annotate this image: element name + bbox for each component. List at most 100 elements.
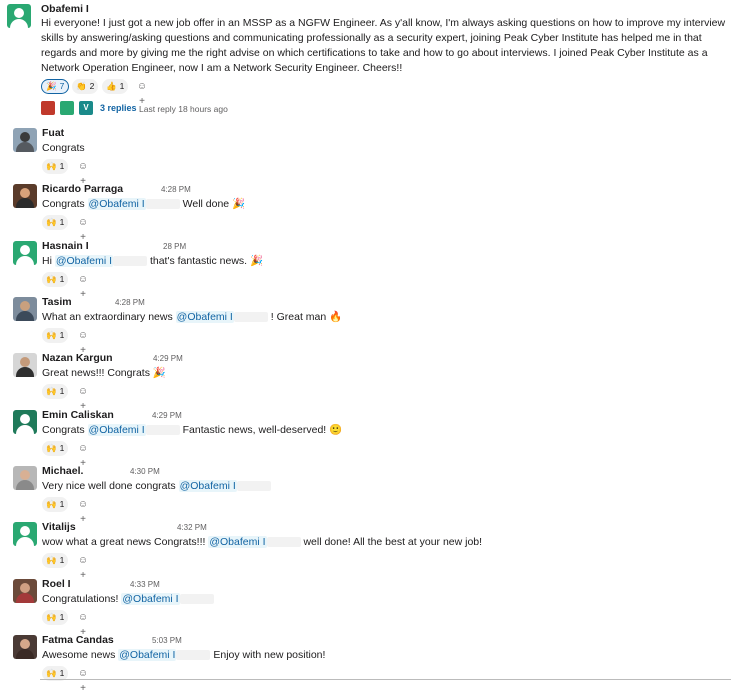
thumbs-up-icon: 👍: [106, 81, 117, 91]
message-text: Great news!!! Congrats 🎉: [42, 366, 166, 381]
timestamp[interactable]: 5:03 PM: [152, 636, 182, 645]
reaction-tada[interactable]: 🎉 7: [41, 79, 70, 94]
author-name[interactable]: Emin Caliskan: [42, 409, 114, 421]
text-segment: Great news!!! Congrats: [42, 367, 150, 379]
reaction-raised-hands[interactable]: 🙌 1: [42, 328, 69, 343]
add-reaction-icon[interactable]: ☺+: [75, 441, 91, 469]
reaction-count: 1: [59, 330, 65, 340]
avatar[interactable]: [13, 410, 37, 434]
avatar[interactable]: [13, 353, 37, 377]
text-segment: Enjoy with new position!: [210, 649, 326, 661]
timestamp[interactable]: 4:28 PM: [161, 185, 191, 194]
reaction-raised-hands[interactable]: 🙌 1: [42, 610, 69, 625]
user-mention[interactable]: @Obafemi I: [175, 311, 234, 323]
timestamp[interactable]: 4:33 PM: [130, 580, 160, 589]
redacted-text: [233, 312, 268, 323]
avatar[interactable]: [13, 522, 37, 546]
emoji-icon: 🎉: [247, 255, 264, 267]
add-reaction-icon[interactable]: ☺+: [75, 328, 91, 356]
reaction-clap[interactable]: 👏 2: [72, 79, 99, 94]
author-name[interactable]: Nazan Kargun: [42, 352, 113, 364]
timestamp[interactable]: 4:28 PM: [115, 298, 145, 307]
reply-avatar[interactable]: [60, 101, 74, 115]
reaction-thumbsup[interactable]: 👍 1: [102, 79, 129, 94]
author-name[interactable]: Fatma Candas: [42, 634, 114, 646]
user-mention[interactable]: @Obafemi I: [178, 480, 237, 492]
redacted-text: [236, 481, 271, 492]
timestamp[interactable]: 4:32 PM: [177, 523, 207, 532]
emoji-icon: 🔥: [326, 311, 343, 323]
user-mention[interactable]: @Obafemi I: [121, 593, 180, 605]
reaction-raised-hands[interactable]: 🙌 1: [42, 553, 69, 568]
raised-hands-icon: 🙌: [46, 386, 57, 396]
redacted-text: [145, 425, 180, 436]
reaction-raised-hands[interactable]: 🙌 1: [42, 272, 69, 287]
user-mention[interactable]: @Obafemi I: [87, 198, 146, 210]
avatar[interactable]: [13, 184, 37, 208]
avatar[interactable]: [13, 635, 37, 659]
avatar[interactable]: [13, 466, 37, 490]
text-segment: What an extraordinary news: [42, 311, 176, 323]
avatar[interactable]: [13, 579, 37, 603]
add-reaction-icon[interactable]: ☺+: [75, 610, 91, 638]
reaction-raised-hands[interactable]: 🙌 1: [42, 159, 69, 174]
author-name[interactable]: Hasnain I: [42, 240, 89, 252]
author-name[interactable]: Obafemi I: [41, 3, 89, 15]
reply-avatar[interactable]: V: [79, 101, 93, 115]
reaction-count: 1: [59, 612, 65, 622]
add-reaction-icon[interactable]: ☺+: [75, 384, 91, 412]
text-segment: Congrats: [42, 424, 88, 436]
reaction-count: 1: [59, 386, 65, 396]
user-mention[interactable]: @Obafemi I: [118, 649, 177, 661]
reaction-raised-hands[interactable]: 🙌 1: [42, 384, 69, 399]
reaction-count: 1: [59, 161, 65, 171]
add-reaction-icon[interactable]: ☺+: [134, 79, 150, 107]
message-text: Very nice well done congrats @Obafemi I: [42, 479, 271, 494]
reaction-raised-hands[interactable]: 🙌 1: [42, 441, 69, 456]
timestamp[interactable]: 4:29 PM: [153, 354, 183, 363]
replies-link[interactable]: 3 replies: [100, 103, 137, 113]
raised-hands-icon: 🙌: [46, 612, 57, 622]
user-mention[interactable]: @Obafemi I: [87, 424, 146, 436]
avatar[interactable]: [13, 241, 37, 265]
text-segment: Very nice well done congrats: [42, 480, 179, 492]
author-name[interactable]: Fuat: [42, 127, 64, 139]
add-reaction-icon[interactable]: ☺+: [75, 159, 91, 187]
timestamp[interactable]: 4:30 PM: [130, 467, 160, 476]
reaction-count: 1: [59, 499, 65, 509]
add-reaction-icon[interactable]: ☺+: [75, 553, 91, 581]
text-segment: well done! All the best at your new job!: [300, 536, 483, 548]
timestamp[interactable]: 4:29 PM: [152, 411, 182, 420]
author-name[interactable]: Michael.: [42, 465, 83, 477]
emoji-icon: 🎉: [149, 367, 166, 379]
user-mention[interactable]: @Obafemi I: [208, 536, 267, 548]
author-name[interactable]: Roel I: [42, 578, 71, 590]
text-segment: ! Great man: [267, 311, 327, 323]
text-segment: Congrats: [42, 142, 85, 154]
author-name[interactable]: Vitalijs: [42, 521, 76, 533]
message-text: Congrats @Obafemi I Well done 🎉: [42, 197, 245, 212]
timestamp[interactable]: 28 PM: [163, 242, 186, 251]
author-name[interactable]: Ricardo Parraga: [42, 183, 123, 195]
text-segment: Hi: [42, 255, 55, 267]
avatar[interactable]: [13, 297, 37, 321]
text-segment: Congrats: [42, 198, 88, 210]
add-reaction-icon[interactable]: ☺+: [75, 497, 91, 525]
author-name[interactable]: Tasim: [42, 296, 72, 308]
reply-avatar[interactable]: [41, 101, 55, 115]
avatar[interactable]: [13, 128, 37, 152]
tada-icon: 🎉: [46, 81, 57, 91]
reaction-raised-hands[interactable]: 🙌 1: [42, 215, 69, 230]
text-segment: Well done: [179, 198, 230, 210]
text-segment: wow what a great news Congrats!!!: [42, 536, 209, 548]
reaction-raised-hands[interactable]: 🙌 1: [42, 497, 69, 512]
raised-hands-icon: 🙌: [46, 330, 57, 340]
redacted-text: [113, 256, 148, 267]
raised-hands-icon: 🙌: [46, 499, 57, 509]
add-reaction-icon[interactable]: ☺+: [75, 215, 91, 243]
avatar[interactable]: [7, 4, 31, 28]
user-mention[interactable]: @Obafemi I: [54, 255, 114, 267]
add-reaction-icon[interactable]: ☺+: [75, 272, 91, 300]
redacted-text: [145, 199, 180, 210]
redacted-text: [179, 594, 214, 605]
